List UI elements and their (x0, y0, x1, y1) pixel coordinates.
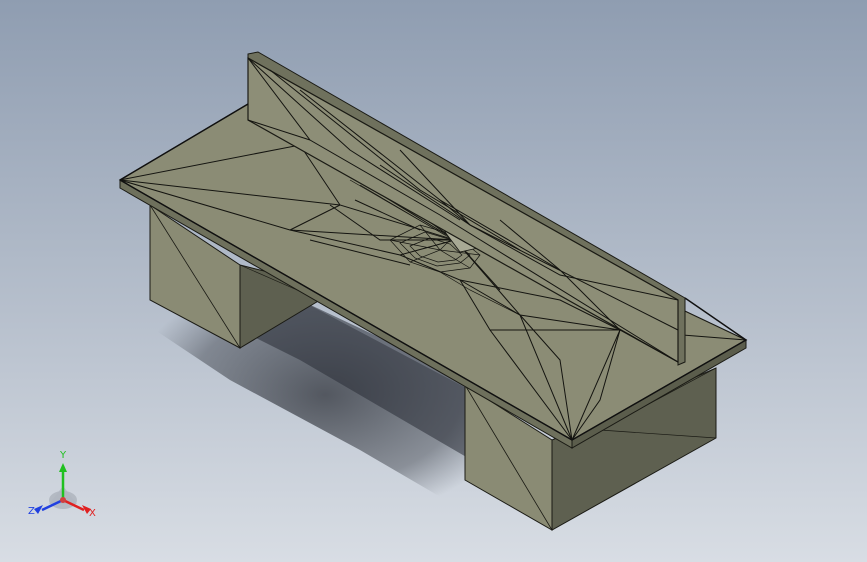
triad-origin-icon (60, 497, 66, 503)
z-axis-label: Z (28, 506, 35, 517)
y-axis-label: Y (59, 450, 67, 461)
model-view[interactable] (0, 0, 867, 562)
x-axis-label: X (89, 508, 96, 519)
graphics-viewport[interactable]: Y X Z (0, 0, 867, 562)
reference-triad[interactable]: Y X Z (26, 448, 106, 523)
